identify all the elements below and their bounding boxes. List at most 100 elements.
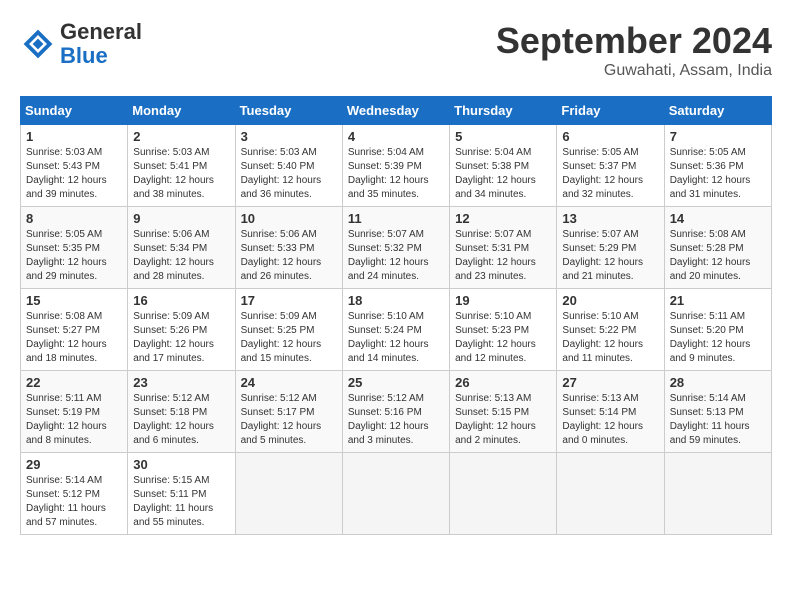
calendar-cell [664,453,771,535]
day-info: Sunrise: 5:11 AM Sunset: 5:19 PM Dayligh… [26,392,122,448]
calendar-cell: 2 Sunrise: 5:03 AM Sunset: 5:41 PM Daylig… [128,125,235,207]
calendar-cell [557,453,664,535]
day-info: Sunrise: 5:03 AM Sunset: 5:43 PM Dayligh… [26,146,122,202]
day-info: Sunrise: 5:09 AM Sunset: 5:25 PM Dayligh… [241,310,337,366]
day-info: Sunrise: 5:14 AM Sunset: 5:12 PM Dayligh… [26,474,122,530]
calendar-cell: 15Sunrise: 5:08 AM Sunset: 5:27 PM Dayli… [21,289,128,371]
day-info: Sunrise: 5:05 AM Sunset: 5:35 PM Dayligh… [26,228,122,284]
day-number: 13 [562,211,658,226]
weekday-tuesday: Tuesday [235,97,342,125]
calendar-header: SundayMondayTuesdayWednesdayThursdayFrid… [21,97,772,125]
calendar-cell: 9 Sunrise: 5:06 AM Sunset: 5:34 PM Daylig… [128,207,235,289]
day-number: 9 [133,211,229,226]
weekday-sunday: Sunday [21,97,128,125]
calendar-cell: 16 Sunrise: 5:09 AM Sunset: 5:26 PM Dayli… [128,289,235,371]
week-row-4: 22 Sunrise: 5:11 AM Sunset: 5:19 PM Dayli… [21,371,772,453]
day-info: Sunrise: 5:06 AM Sunset: 5:33 PM Dayligh… [241,228,337,284]
calendar-cell: 12 Sunrise: 5:07 AM Sunset: 5:31 PM Dayli… [450,207,557,289]
calendar-cell: 6 Sunrise: 5:05 AM Sunset: 5:37 PM Daylig… [557,125,664,207]
day-info: Sunrise: 5:13 AM Sunset: 5:15 PM Dayligh… [455,392,551,448]
day-number: 28 [670,375,766,390]
day-info: Sunrise: 5:08 AM Sunset: 5:28 PM Dayligh… [670,228,766,284]
day-number: 22 [26,375,122,390]
day-info: Sunrise: 5:13 AM Sunset: 5:14 PM Dayligh… [562,392,658,448]
day-number: 23 [133,375,229,390]
day-number: 29 [26,457,122,472]
day-number: 25 [348,375,444,390]
calendar-cell [450,453,557,535]
day-number: 7 [670,129,766,144]
month-title: September 2024 [496,20,772,62]
calendar-cell: 29 Sunrise: 5:14 AM Sunset: 5:12 PM Dayli… [21,453,128,535]
calendar-cell: 17 Sunrise: 5:09 AM Sunset: 5:25 PM Dayli… [235,289,342,371]
day-info: Sunrise: 5:07 AM Sunset: 5:29 PM Dayligh… [562,228,658,284]
day-number: 18 [348,293,444,308]
day-info: Sunrise: 5:04 AM Sunset: 5:38 PM Dayligh… [455,146,551,202]
calendar-cell: 30 Sunrise: 5:15 AM Sunset: 5:11 PM Dayli… [128,453,235,535]
day-info: Sunrise: 5:10 AM Sunset: 5:22 PM Dayligh… [562,310,658,366]
page-header: General Blue September 2024 Guwahati, As… [20,20,772,80]
day-number: 11 [348,211,444,226]
calendar-cell: 5Sunrise: 5:04 AM Sunset: 5:38 PM Daylig… [450,125,557,207]
logo-icon [20,26,56,62]
calendar-cell: 13 Sunrise: 5:07 AM Sunset: 5:29 PM Dayli… [557,207,664,289]
day-number: 24 [241,375,337,390]
day-number: 6 [562,129,658,144]
day-number: 17 [241,293,337,308]
calendar-cell: 11 Sunrise: 5:07 AM Sunset: 5:32 PM Dayli… [342,207,449,289]
day-info: Sunrise: 5:07 AM Sunset: 5:32 PM Dayligh… [348,228,444,284]
calendar-body: 1 Sunrise: 5:03 AM Sunset: 5:43 PM Daylig… [21,125,772,535]
day-number: 4 [348,129,444,144]
calendar-cell: 27 Sunrise: 5:13 AM Sunset: 5:14 PM Dayli… [557,371,664,453]
calendar-cell: 14Sunrise: 5:08 AM Sunset: 5:28 PM Dayli… [664,207,771,289]
calendar-cell: 4 Sunrise: 5:04 AM Sunset: 5:39 PM Daylig… [342,125,449,207]
weekday-thursday: Thursday [450,97,557,125]
day-number: 1 [26,129,122,144]
day-info: Sunrise: 5:15 AM Sunset: 5:11 PM Dayligh… [133,474,229,530]
calendar-cell [342,453,449,535]
day-info: Sunrise: 5:08 AM Sunset: 5:27 PM Dayligh… [26,310,122,366]
day-info: Sunrise: 5:09 AM Sunset: 5:26 PM Dayligh… [133,310,229,366]
day-number: 8 [26,211,122,226]
weekday-header-row: SundayMondayTuesdayWednesdayThursdayFrid… [21,97,772,125]
day-number: 10 [241,211,337,226]
calendar-cell: 18 Sunrise: 5:10 AM Sunset: 5:24 PM Dayli… [342,289,449,371]
day-number: 20 [562,293,658,308]
calendar-cell: 28 Sunrise: 5:14 AM Sunset: 5:13 PM Dayli… [664,371,771,453]
day-info: Sunrise: 5:04 AM Sunset: 5:39 PM Dayligh… [348,146,444,202]
week-row-2: 8 Sunrise: 5:05 AM Sunset: 5:35 PM Daylig… [21,207,772,289]
calendar-cell: 8 Sunrise: 5:05 AM Sunset: 5:35 PM Daylig… [21,207,128,289]
day-number: 16 [133,293,229,308]
day-number: 30 [133,457,229,472]
day-info: Sunrise: 5:14 AM Sunset: 5:13 PM Dayligh… [670,392,766,448]
week-row-5: 29 Sunrise: 5:14 AM Sunset: 5:12 PM Dayli… [21,453,772,535]
calendar-cell [235,453,342,535]
day-number: 26 [455,375,551,390]
weekday-friday: Friday [557,97,664,125]
calendar-cell: 22 Sunrise: 5:11 AM Sunset: 5:19 PM Dayli… [21,371,128,453]
day-info: Sunrise: 5:12 AM Sunset: 5:17 PM Dayligh… [241,392,337,448]
calendar-table: SundayMondayTuesdayWednesdayThursdayFrid… [20,96,772,535]
day-info: Sunrise: 5:03 AM Sunset: 5:41 PM Dayligh… [133,146,229,202]
day-info: Sunrise: 5:10 AM Sunset: 5:24 PM Dayligh… [348,310,444,366]
logo-text: General Blue [60,20,142,68]
day-info: Sunrise: 5:03 AM Sunset: 5:40 PM Dayligh… [241,146,337,202]
day-number: 19 [455,293,551,308]
calendar-cell: 23 Sunrise: 5:12 AM Sunset: 5:18 PM Dayli… [128,371,235,453]
calendar-cell: 21Sunrise: 5:11 AM Sunset: 5:20 PM Dayli… [664,289,771,371]
calendar-cell: 20 Sunrise: 5:10 AM Sunset: 5:22 PM Dayli… [557,289,664,371]
location: Guwahati, Assam, India [496,62,772,80]
day-number: 12 [455,211,551,226]
day-info: Sunrise: 5:06 AM Sunset: 5:34 PM Dayligh… [133,228,229,284]
weekday-wednesday: Wednesday [342,97,449,125]
day-info: Sunrise: 5:12 AM Sunset: 5:18 PM Dayligh… [133,392,229,448]
day-info: Sunrise: 5:07 AM Sunset: 5:31 PM Dayligh… [455,228,551,284]
week-row-3: 15Sunrise: 5:08 AM Sunset: 5:27 PM Dayli… [21,289,772,371]
calendar-cell: 19 Sunrise: 5:10 AM Sunset: 5:23 PM Dayli… [450,289,557,371]
day-info: Sunrise: 5:12 AM Sunset: 5:16 PM Dayligh… [348,392,444,448]
day-number: 27 [562,375,658,390]
day-info: Sunrise: 5:05 AM Sunset: 5:37 PM Dayligh… [562,146,658,202]
day-number: 3 [241,129,337,144]
day-info: Sunrise: 5:10 AM Sunset: 5:23 PM Dayligh… [455,310,551,366]
day-number: 2 [133,129,229,144]
